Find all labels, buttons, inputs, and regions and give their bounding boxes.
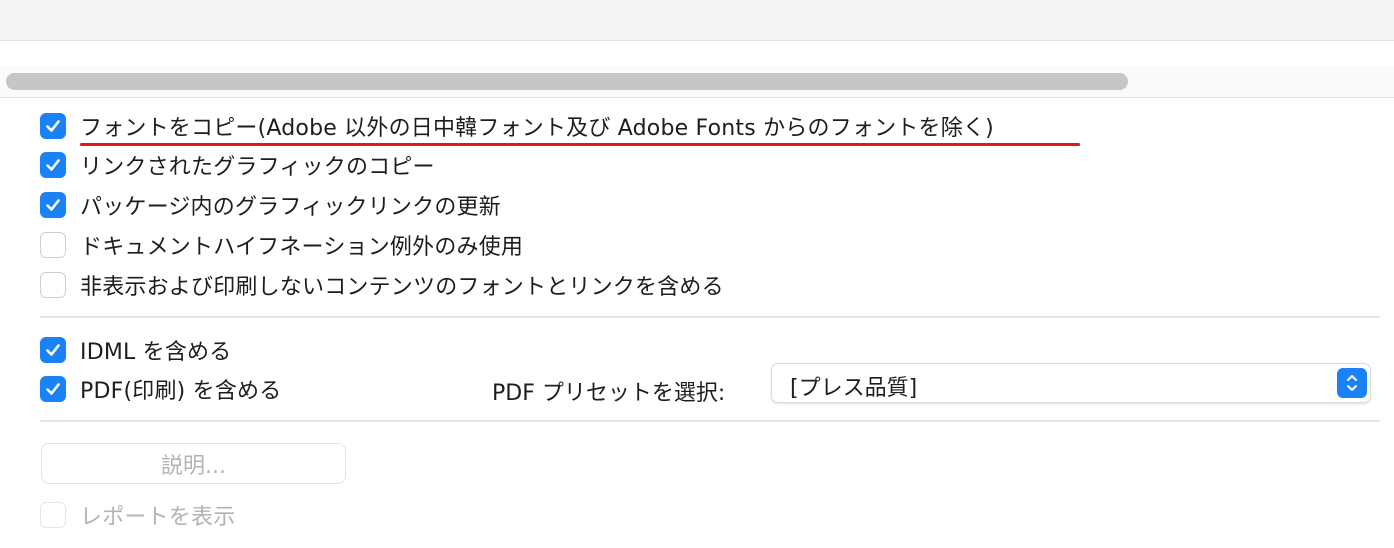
show-report-label: レポートを表示 xyxy=(80,505,236,530)
include-pdf-label: PDF(印刷) を含める xyxy=(80,379,282,404)
checkmark-icon xyxy=(46,344,60,356)
hyphenation-exceptions-label: ドキュメントハイフネーション例外のみ使用 xyxy=(80,235,524,260)
copy-fonts-label: フォントをコピー(Adobe 以外の日中韓フォント及び Adobe Fonts … xyxy=(80,116,994,141)
checkmark-icon xyxy=(46,199,60,211)
red-underline-annotation xyxy=(80,143,1080,146)
description-button[interactable]: 説明... xyxy=(41,443,346,484)
top-toolbar-area xyxy=(0,0,1394,40)
option-update-graphic-links[interactable]: パッケージ内のグラフィックリンクの更新 xyxy=(40,190,501,220)
copy-linked-graphics-label: リンクされたグラフィックのコピー xyxy=(80,155,435,180)
pdf-preset-select[interactable]: [プレス品質] xyxy=(771,363,1371,403)
include-idml-label: IDML を含める xyxy=(80,340,232,365)
section-divider-2 xyxy=(40,420,1380,422)
include-idml-checkbox[interactable] xyxy=(40,337,66,363)
option-include-idml[interactable]: IDML を含める xyxy=(40,335,231,365)
checkmark-icon xyxy=(46,383,60,395)
update-graphic-links-checkbox[interactable] xyxy=(40,192,66,218)
option-show-report[interactable]: レポートを表示 xyxy=(40,500,235,530)
section-divider xyxy=(40,316,1380,318)
checkmark-icon xyxy=(46,120,60,132)
include-pdf-checkbox[interactable] xyxy=(40,376,66,402)
copy-fonts-checkbox[interactable] xyxy=(40,113,66,139)
option-hyphenation-exceptions[interactable]: ドキュメントハイフネーション例外のみ使用 xyxy=(40,230,523,260)
checkmark-icon xyxy=(46,159,60,171)
top-divider xyxy=(0,40,1394,41)
updown-chevron-icon[interactable] xyxy=(1337,368,1367,398)
show-report-checkbox[interactable] xyxy=(40,502,66,528)
pdf-preset-value: [プレス品質] xyxy=(790,376,918,401)
option-copy-linked-graphics[interactable]: リンクされたグラフィックのコピー xyxy=(40,150,435,180)
pdf-preset-label: PDF プリセットを選択: xyxy=(492,381,726,406)
update-graphic-links-label: パッケージ内のグラフィックリンクの更新 xyxy=(80,195,501,220)
option-copy-fonts[interactable]: フォントをコピー(Adobe 以外の日中韓フォント及び Adobe Fonts … xyxy=(40,111,994,141)
include-hidden-content-checkbox[interactable] xyxy=(40,272,66,298)
copy-linked-graphics-checkbox[interactable] xyxy=(40,152,66,178)
horizontal-scrollbar-thumb[interactable] xyxy=(6,73,1128,90)
include-hidden-content-label: 非表示および印刷しないコンテンツのフォントとリンクを含める xyxy=(80,275,724,300)
hyphenation-exceptions-checkbox[interactable] xyxy=(40,232,66,258)
option-include-hidden-content[interactable]: 非表示および印刷しないコンテンツのフォントとリンクを含める xyxy=(40,270,724,300)
option-include-pdf[interactable]: PDF(印刷) を含める xyxy=(40,374,281,404)
